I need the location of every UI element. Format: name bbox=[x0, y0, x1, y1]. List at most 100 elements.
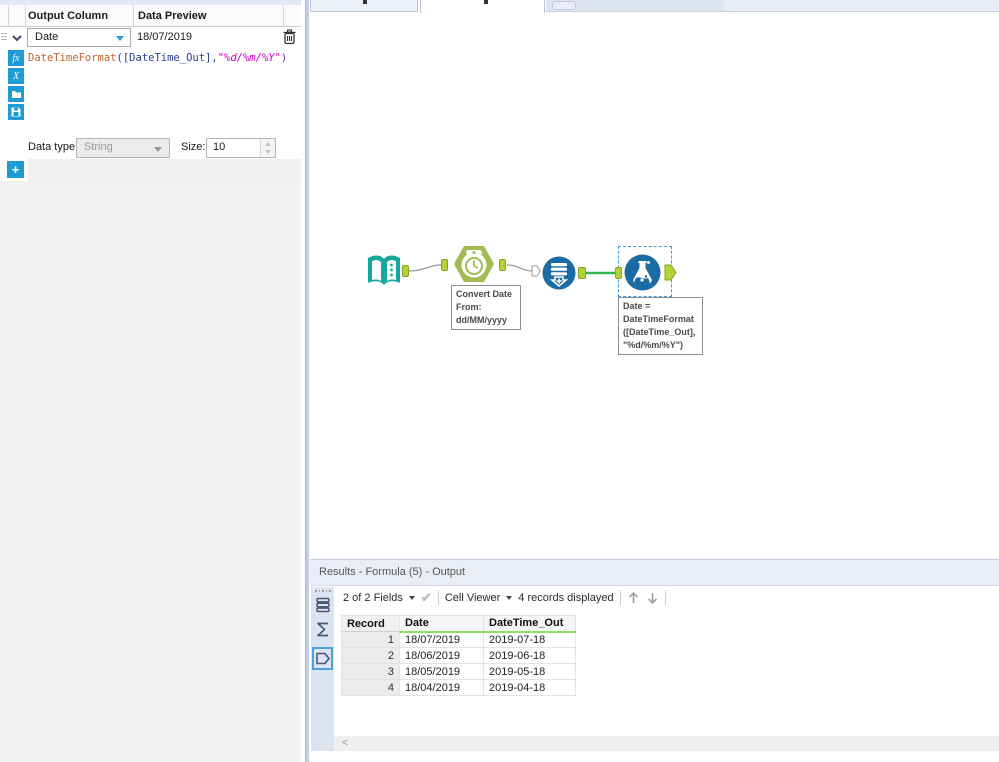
holistic-view-icon[interactable] bbox=[312, 647, 333, 670]
expression-editor-toolbar: fx X bbox=[8, 50, 24, 122]
formula-annotation[interactable]: Date = DateTimeFormat ([DateTime_Out], "… bbox=[618, 297, 703, 355]
formula-tool[interactable] bbox=[624, 254, 661, 291]
scroll-left-icon[interactable]: < bbox=[342, 737, 348, 749]
scroll-down-icon[interactable] bbox=[646, 591, 659, 605]
dropdown-arrow-icon bbox=[154, 147, 162, 152]
datetime-out-cell: 2019-05-18 bbox=[483, 663, 576, 680]
alteryx-designer-window: Output Column Data Preview Date 18/07/20… bbox=[0, 0, 999, 762]
header-divider bbox=[283, 5, 284, 27]
expression-open: ([ bbox=[116, 52, 130, 64]
cell-viewer-button[interactable]: Cell Viewer bbox=[445, 592, 500, 604]
column-header-datetime-out[interactable]: DateTime_Out bbox=[483, 615, 576, 633]
column-header-date[interactable]: Date bbox=[399, 615, 484, 633]
stepper-buttons[interactable] bbox=[260, 139, 275, 157]
dropdown-arrow-icon bbox=[116, 36, 124, 41]
tab-bar-tail bbox=[546, 0, 724, 12]
expression-editor[interactable]: DateTimeFormat([DateTime_Out],"%d/%m/%Y"… bbox=[26, 48, 301, 136]
apply-check-icon[interactable]: ✔ bbox=[421, 590, 432, 606]
size-label: Size: bbox=[181, 141, 206, 153]
results-title: Results - Formula (5) - Output bbox=[319, 566, 466, 578]
record-cell: 3 bbox=[341, 663, 400, 680]
expression-format-string: "%d/%m/%Y" bbox=[217, 52, 281, 64]
workflow-tab-active[interactable] bbox=[420, 0, 545, 13]
output-column-value: Date bbox=[35, 31, 59, 43]
date-cell: 18/06/2019 bbox=[399, 647, 484, 664]
add-expression-row: + bbox=[0, 159, 301, 181]
datetime-output-anchor[interactable] bbox=[499, 259, 506, 271]
save-expression-button[interactable] bbox=[8, 104, 24, 120]
output-column-dropdown[interactable]: Date bbox=[27, 28, 131, 47]
datetime-tool[interactable] bbox=[451, 244, 497, 284]
results-toolbar: 2 of 2 Fields ✔ Cell Viewer 4 records di… bbox=[343, 589, 666, 607]
text-input-tool[interactable] bbox=[366, 253, 402, 289]
expression-field: DateTime_Out bbox=[129, 52, 206, 64]
variables-button[interactable]: X bbox=[8, 68, 24, 84]
select-tool[interactable] bbox=[542, 256, 576, 290]
size-value: 10 bbox=[213, 141, 226, 153]
workflow-tab-inactive[interactable] bbox=[310, 0, 418, 12]
size-stepper[interactable]: 10 bbox=[206, 138, 276, 158]
data-preview-value: 18/07/2019 bbox=[137, 31, 193, 43]
strip-drag-handle[interactable] bbox=[315, 590, 331, 593]
datetime-out-cell: 2019-06-18 bbox=[483, 647, 576, 664]
toolbar-separator bbox=[437, 591, 439, 605]
table-view-icon[interactable] bbox=[313, 595, 332, 614]
datetime-annotation[interactable]: Convert Date From: dd/MM/yyyy bbox=[451, 285, 521, 330]
table-row[interactable]: 1 18/07/2019 2019-07-18 bbox=[341, 631, 576, 648]
metadata-view-icon[interactable] bbox=[313, 620, 332, 639]
formula-grid-header: Output Column Data Preview bbox=[0, 5, 301, 27]
text-input-output-anchor[interactable] bbox=[402, 265, 409, 277]
data-type-label: Data type: bbox=[28, 141, 79, 153]
stepper-up-icon[interactable] bbox=[265, 142, 271, 146]
fields-summary[interactable]: 2 of 2 Fields bbox=[343, 592, 403, 604]
table-header-row: Record Date DateTime_Out bbox=[341, 615, 576, 633]
row-drag-handle[interactable] bbox=[1, 33, 7, 42]
formula-configuration-panel: Output Column Data Preview Date 18/07/20… bbox=[0, 0, 301, 762]
datetime-input-anchor[interactable] bbox=[441, 259, 448, 271]
results-title-bar[interactable]: Results - Formula (5) - Output bbox=[310, 560, 999, 586]
annotation-line: ([DateTime_Out], bbox=[623, 327, 696, 337]
data-preview-header: Data Preview bbox=[138, 10, 207, 22]
stepper-down-icon[interactable] bbox=[265, 150, 271, 154]
table-row[interactable]: 3 18/05/2019 2019-05-18 bbox=[341, 663, 576, 680]
scroll-up-icon[interactable] bbox=[627, 591, 640, 605]
workflow-canvas[interactable]: Convert Date From: dd/MM/yyyy Date = Dat… bbox=[310, 13, 999, 572]
expression-mid: ], bbox=[205, 52, 218, 64]
open-expression-button[interactable] bbox=[8, 86, 24, 102]
header-divider bbox=[8, 5, 9, 27]
add-expression-button[interactable]: + bbox=[7, 161, 24, 178]
functions-button[interactable]: fx bbox=[8, 50, 24, 66]
toolbar-separator bbox=[664, 591, 666, 605]
add-row-background bbox=[28, 159, 301, 181]
panel-splitter[interactable] bbox=[301, 0, 310, 762]
formula-output-anchor[interactable] bbox=[664, 264, 677, 281]
results-table[interactable]: Record Date DateTime_Out 1 18/07/2019 20… bbox=[341, 615, 576, 696]
data-type-row: Data type: String Size: 10 bbox=[0, 137, 301, 159]
cell-viewer-dropdown-icon[interactable] bbox=[506, 596, 513, 600]
delete-expression-icon[interactable] bbox=[282, 29, 297, 45]
select-input-anchor[interactable] bbox=[531, 265, 541, 277]
tab-scroll-button[interactable] bbox=[552, 1, 576, 10]
column-header-record[interactable]: Record bbox=[341, 615, 400, 632]
date-cell: 18/05/2019 bbox=[399, 663, 484, 680]
date-cell: 18/04/2019 bbox=[399, 679, 484, 696]
table-row[interactable]: 2 18/06/2019 2019-06-18 bbox=[341, 647, 576, 664]
record-cell: 2 bbox=[341, 647, 400, 664]
horizontal-scrollbar[interactable]: < bbox=[334, 736, 999, 751]
panel-empty-area bbox=[0, 181, 301, 762]
collapse-expression-icon[interactable] bbox=[10, 31, 24, 45]
record-cell: 4 bbox=[341, 679, 400, 696]
tab-icon bbox=[363, 0, 367, 4]
formula-input-anchor[interactable] bbox=[615, 267, 622, 279]
output-column-header: Output Column bbox=[28, 10, 109, 22]
data-type-dropdown[interactable]: String bbox=[76, 138, 170, 158]
toolbar-separator bbox=[619, 591, 621, 605]
record-cell: 1 bbox=[341, 631, 400, 648]
annotation-line: "%d/%m/%Y") bbox=[623, 340, 684, 350]
fields-dropdown-icon[interactable] bbox=[408, 596, 415, 600]
tab-icon bbox=[484, 0, 488, 4]
records-displayed-text: 4 records displayed bbox=[518, 592, 614, 604]
annotation-line: Convert Date bbox=[456, 289, 513, 299]
table-row[interactable]: 4 18/04/2019 2019-04-18 bbox=[341, 679, 576, 696]
select-output-anchor[interactable] bbox=[578, 267, 586, 279]
